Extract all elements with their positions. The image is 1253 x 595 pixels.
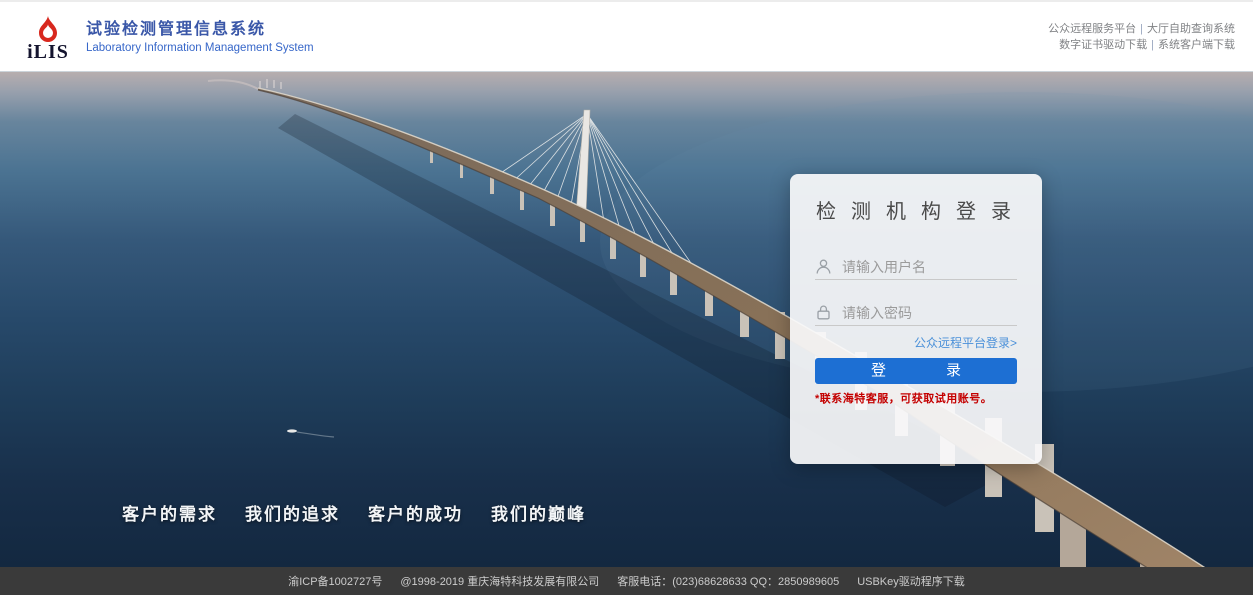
app-title-cn: 试验检测管理信息系统 — [86, 20, 314, 40]
header-links-row1: 公众远程服务平台 | 大厅自助查询系统 — [1048, 21, 1235, 37]
slogan-phrase: 客户的需求 — [122, 500, 217, 525]
usbkey-driver-download-link[interactable]: USBKey驱动程序下载 — [857, 573, 965, 589]
copyright-text: @1998-2019 重庆海特科技发展有限公司 — [400, 573, 599, 589]
login-title: 检 测 机 构 登 录 — [815, 200, 1017, 224]
password-input[interactable] — [842, 305, 1017, 321]
trial-account-hint: *联系海特客服，可获取试用账号。 — [815, 390, 1017, 406]
app-logo: iLIS — [22, 15, 74, 61]
slogan: 客户的需求 我们的追求 客户的成功 我们的巅峰 — [122, 500, 586, 525]
link-public-remote-service[interactable]: 公众远程服务平台 — [1048, 23, 1136, 35]
login-panel: 检 测 机 构 登 录 公众远程平台登录> 登 录 *联系海特客服，可获取试用账… — [790, 174, 1042, 464]
slogan-phrase: 我们的巅峰 — [491, 500, 586, 525]
header-links-row2: 数字证书驱动下载 | 系统客户端下载 — [1048, 37, 1235, 53]
slogan-phrase: 客户的成功 — [368, 500, 463, 525]
icp-number: 渝ICP备1002727号 — [288, 573, 382, 589]
username-input[interactable] — [842, 259, 1017, 275]
link-client-download[interactable]: 系统客户端下载 — [1158, 39, 1235, 51]
remote-login-row: 公众远程平台登录> — [815, 334, 1017, 350]
app-title-en: Laboratory Information Management System — [86, 41, 314, 56]
slogan-phrase: 我们的追求 — [245, 500, 340, 525]
header: iLIS 试验检测管理信息系统 Laboratory Information M… — [0, 0, 1253, 72]
logo-text: iLIS — [27, 43, 69, 61]
contact-info: 客服电话：(023)68628633 QQ：2850989605 — [617, 573, 839, 589]
link-cert-driver-download[interactable]: 数字证书驱动下载 — [1059, 39, 1147, 51]
bridge-photo-illustration — [0, 72, 1253, 567]
public-remote-platform-login-link[interactable]: 公众远程平台登录> — [914, 336, 1017, 350]
flame-icon — [34, 15, 62, 43]
footer: 渝ICP备1002727号 @1998-2019 重庆海特科技发展有限公司 客服… — [0, 567, 1253, 595]
user-icon — [815, 258, 832, 275]
link-hall-self-query[interactable]: 大厅自助查询系统 — [1147, 23, 1235, 35]
link-separator: | — [1151, 39, 1154, 51]
login-button[interactable]: 登 录 — [815, 358, 1017, 384]
link-separator: | — [1140, 23, 1143, 35]
username-field-row — [815, 254, 1017, 280]
password-field-row — [815, 300, 1017, 326]
lock-icon — [815, 304, 832, 321]
header-links: 公众远程服务平台 | 大厅自助查询系统 数字证书驱动下载 | 系统客户端下载 — [1048, 21, 1237, 53]
hero-section: 客户的需求 我们的追求 客户的成功 我们的巅峰 检 测 机 构 登 录 公众远程… — [0, 72, 1253, 567]
app-titles: 试验检测管理信息系统 Laboratory Information Manage… — [86, 18, 314, 56]
